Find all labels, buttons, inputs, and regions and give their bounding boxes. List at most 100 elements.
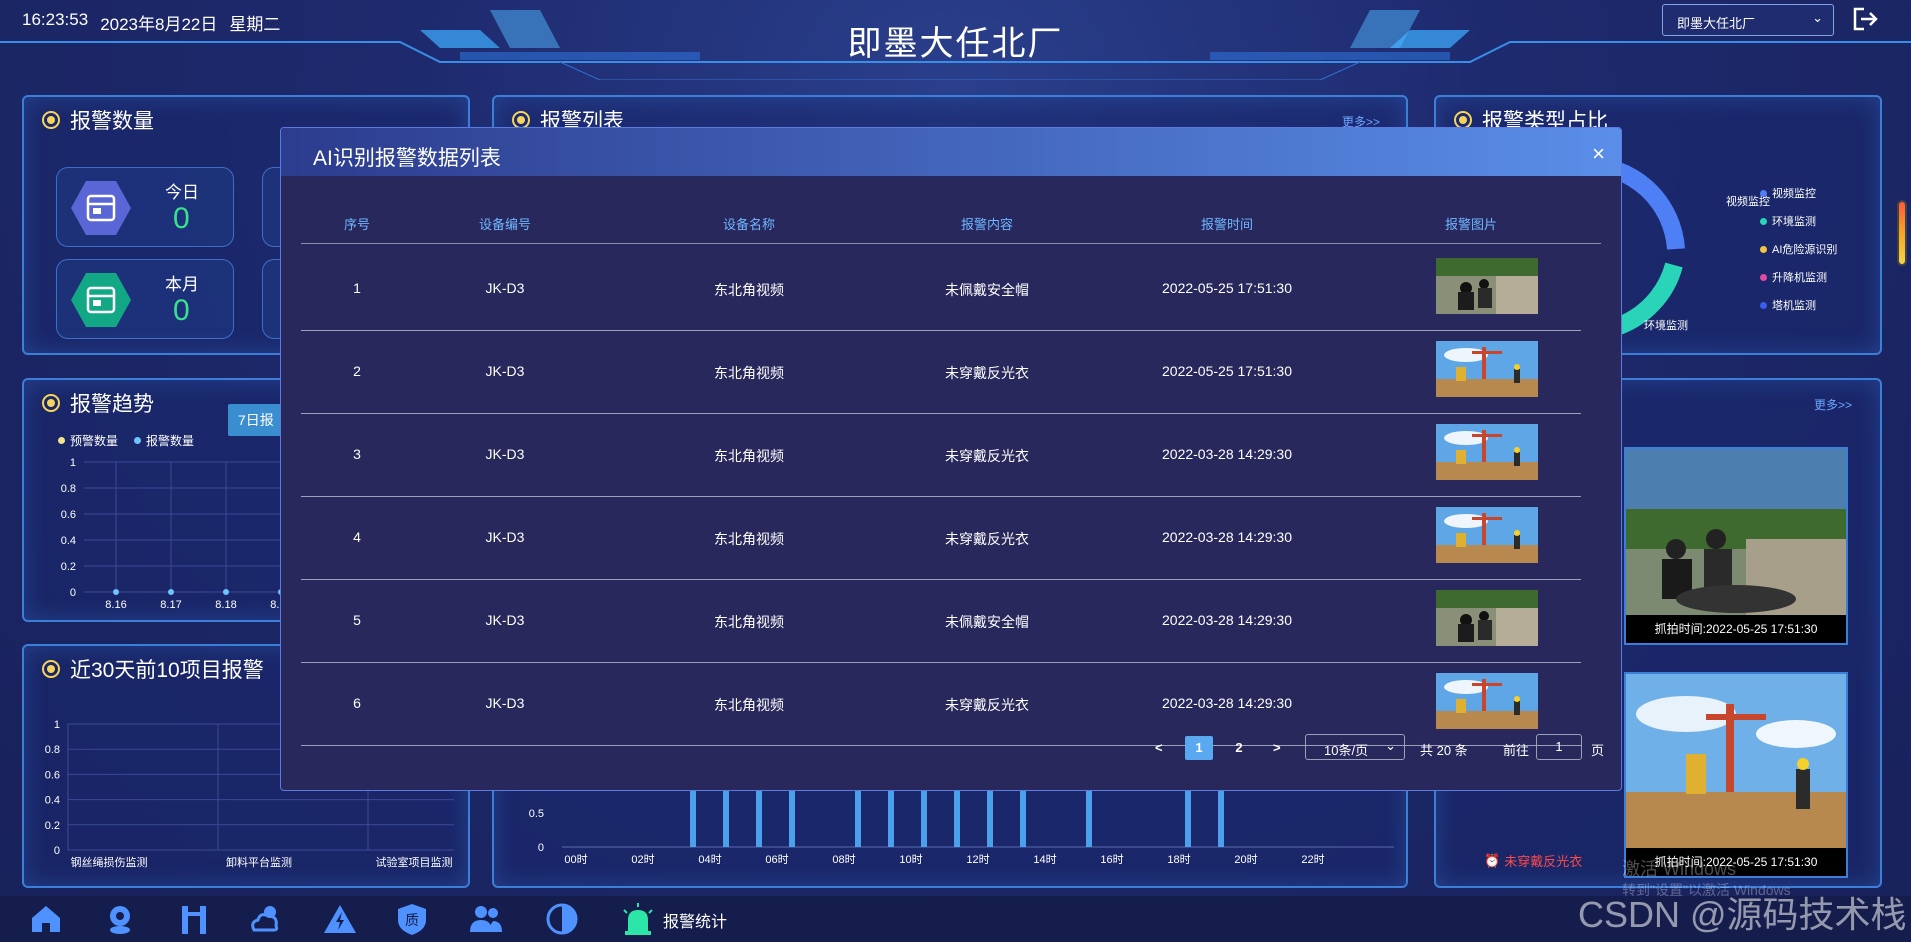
alarm-count-title: 报警数量 [42,105,154,135]
x-tick: 22时 [1301,853,1324,866]
type-legend-item[interactable]: 升降机监测 [1760,269,1827,285]
stat-month-label: 本月 [165,275,199,294]
logout-icon[interactable] [1850,4,1880,34]
hourly-bar [954,787,960,847]
home-icon[interactable] [28,902,64,936]
alarm-thumbnail[interactable] [1436,507,1538,563]
goto-page-input[interactable]: 1 [1536,734,1582,760]
legend-label: 环境监测 [1772,216,1816,228]
site-select-value: 即墨大任北厂 [1677,16,1756,31]
capture-tag-text: 未穿戴反光衣 [1504,854,1583,869]
page-unit-label: 页 [1591,743,1605,758]
electric-icon[interactable] [322,902,358,936]
page-size-value: 10条/页 [1324,743,1369,758]
pagination: < 1 2 > 10条/页 ⌄ 共 20 条 前往 1 页 [281,730,1621,770]
modal-header: AI识别报警数据列表 × [281,128,1621,176]
y-tick: 0.4 [61,535,76,547]
data-point [113,589,119,595]
legend-dot-icon [134,437,141,444]
cell-name: 东北角视频 [714,282,784,298]
alarm-thumbnail[interactable] [1436,673,1538,729]
weather-icon[interactable] [248,902,284,936]
cell-code: JK-D3 [485,529,525,545]
cell-time: 2022-05-25 17:51:30 [1162,280,1292,296]
site-select[interactable]: 即墨大任北厂 ⌄ [1662,4,1834,36]
cell-content: 未穿戴反光衣 [945,531,1029,547]
cell-name: 东北角视频 [714,365,784,381]
table-row[interactable]: 5 JK-D3 东北角视频 未佩戴安全帽 2022-03-28 14:29:30 [301,580,1581,663]
quality-shield-icon[interactable]: 质 [394,902,430,936]
x-tick: 02时 [631,853,654,866]
table-row[interactable]: 3 JK-D3 东北角视频 未穿戴反光衣 2022-03-28 14:29:30 [301,414,1581,497]
gate-icon[interactable] [176,902,212,936]
cell-time: 2022-03-28 14:29:30 [1162,446,1292,462]
x-tick: 16时 [1100,853,1123,866]
alarm-data-modal: AI识别报警数据列表 × 序号 设备编号 设备名称 报警内容 报警时间 报警图片… [280,127,1622,791]
stat-today-value: 0 [173,202,190,235]
hourly-bar [1185,787,1191,847]
type-legend-item[interactable]: 塔机监测 [1760,297,1816,313]
table-header: 序号 设备编号 设备名称 报警内容 报警时间 报警图片 [301,204,1601,244]
table-row[interactable]: 4 JK-D3 东北角视频 未穿戴反光衣 2022-03-28 14:29:30 [301,497,1581,580]
scroll-indicator[interactable] [1897,200,1907,266]
capture-time: 抓拍时间:2022-05-25 17:51:30 [1626,615,1846,643]
x-tick: 10时 [899,853,922,866]
y-tick: 1 [54,719,60,731]
page-2-button[interactable]: 2 [1225,736,1253,760]
capture-tag: ⏰ 未穿戴反光衣 [1484,851,1582,870]
captures-more-link[interactable]: 更多>> [1814,396,1852,413]
y-tick: 0 [54,845,60,857]
pie-chart-icon[interactable] [544,902,580,936]
legend-label: 升降机监测 [1772,272,1827,284]
cell-code: JK-D3 [485,363,525,379]
table-row[interactable]: 1 JK-D3 东北角视频 未佩戴安全帽 2022-05-25 17:51:30 [301,248,1581,331]
hourly-alarm-chart: 0.5 0 00时 02时 04时 06时 08时 10时 12时 14时 16时 18时 20时 22时 [529,787,1394,866]
y-tick: 0.8 [45,744,60,756]
col-header: 报警内容 [960,217,1014,232]
people-icon[interactable] [468,902,504,936]
col-header: 报警时间 [1200,217,1254,232]
legend-label: 塔机监测 [1772,300,1816,312]
prev-page-button[interactable]: < [1155,740,1163,755]
y-tick: 0.4 [45,795,60,807]
capture-card-2[interactable]: 抓拍时间:2022-05-25 17:51:30 [1624,672,1848,878]
goto-label: 前往 [1503,743,1530,758]
alarm-thumbnail[interactable] [1436,424,1538,480]
y-tick: 0.6 [61,509,76,521]
cell-time: 2022-05-25 17:51:30 [1162,363,1292,379]
page-size-select[interactable]: 10条/页 ⌄ [1305,734,1405,760]
legend-dot-icon [1760,189,1767,197]
x-tick: 14时 [1033,853,1056,866]
cell-code: JK-D3 [485,446,525,462]
card-icon [71,273,131,327]
stat-today-label: 今日 [165,183,199,202]
cell-time: 2022-03-28 14:29:30 [1162,612,1292,628]
alarm-icon[interactable] [620,902,656,936]
location-icon[interactable] [102,902,138,936]
close-icon[interactable]: × [1592,141,1605,167]
alarm-thumbnail[interactable] [1436,341,1538,397]
x-tick: 8.18 [215,599,236,611]
x-tick: 06时 [765,853,788,866]
alarm-thumbnail[interactable] [1436,258,1538,314]
table-row[interactable]: 2 JK-D3 东北角视频 未穿戴反光衣 2022-05-25 17:51:30 [301,331,1581,414]
alarm-icon: ⏰ [1484,852,1501,868]
header: 16:23:53 2023年8月22日 星期二 即墨大任北厂 即墨大任北厂 ⌄ [0,0,1911,80]
legend-dot-icon [1760,273,1767,281]
hourly-bar [855,787,861,847]
type-legend-item[interactable]: 视频监控 [1760,185,1816,201]
capture-card-1[interactable]: 抓拍时间:2022-05-25 17:51:30 [1624,447,1848,645]
hourly-bar [888,787,894,847]
nav-active-label[interactable]: 报警统计 [663,908,727,932]
stat-month-value: 0 [173,294,190,327]
type-legend-item[interactable]: 环境监测 [1760,213,1816,229]
type-legend-item[interactable]: AI危险源识别 [1760,241,1837,257]
next-page-button[interactable]: > [1273,740,1281,755]
col-header: 报警图片 [1444,217,1498,232]
alarm-thumbnail[interactable] [1436,590,1538,646]
y-tick: 0.6 [45,769,60,781]
tab-7day[interactable]: 7日报 [228,404,284,436]
page-1-button[interactable]: 1 [1185,736,1213,760]
legend-dot-icon [58,437,65,444]
svg-text:质: 质 [405,913,419,929]
